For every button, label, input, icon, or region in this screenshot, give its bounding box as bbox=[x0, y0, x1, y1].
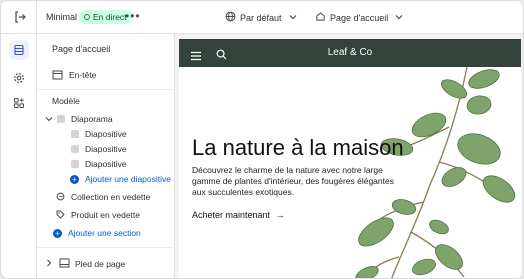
sidebar-item-slide[interactable]: Diapositive bbox=[37, 143, 175, 155]
divider bbox=[37, 89, 175, 90]
sidebar-item-label: Diapositive bbox=[85, 129, 127, 139]
add-slide-button[interactable]: + Ajouter une diapositive bbox=[37, 173, 175, 185]
gear-icon[interactable] bbox=[9, 68, 29, 88]
sidebar-item-slide[interactable]: Diapositive bbox=[37, 128, 175, 140]
exit-icon[interactable] bbox=[13, 10, 27, 24]
sidebar-item-label: Produit en vedette bbox=[71, 210, 140, 220]
device-select-label: Par défaut bbox=[240, 12, 282, 23]
chevron-right-icon[interactable] bbox=[46, 259, 54, 269]
add-slide-label: Ajouter une diapositive bbox=[85, 174, 172, 184]
add-section-label: Ajouter une section bbox=[68, 228, 141, 238]
chevron-down-icon[interactable] bbox=[45, 114, 55, 124]
more-actions-button[interactable]: ••• bbox=[125, 9, 141, 23]
sidebar-item-footer[interactable]: Pied de page bbox=[37, 258, 175, 270]
device-select[interactable]: Par défaut bbox=[225, 11, 297, 24]
live-dot-icon bbox=[84, 14, 90, 20]
sidebar-item-featured-product[interactable]: Produit en vedette bbox=[37, 209, 175, 221]
chevron-down-icon bbox=[395, 13, 403, 22]
hero-title: La nature à la maison bbox=[192, 135, 404, 160]
chevron-down-icon bbox=[289, 13, 297, 22]
page-select-label: Page d'accueil bbox=[330, 12, 389, 23]
store-header: Leaf & Co bbox=[179, 39, 521, 67]
sections-sidebar: Page d'accueil En-tête Modèle Diaporama … bbox=[37, 34, 175, 278]
sidebar-item-label: Diaporama bbox=[71, 114, 113, 124]
sidebar-title: Page d'accueil bbox=[52, 44, 111, 54]
sections-icon[interactable] bbox=[9, 40, 29, 60]
footer-section-icon bbox=[59, 258, 70, 270]
sidebar-item-featured-collection[interactable]: Collection en vedette bbox=[37, 191, 175, 203]
arrow-right-icon: → bbox=[275, 210, 285, 220]
theme-name: Minimal bbox=[46, 12, 78, 22]
sidebar-item-label: Pied de page bbox=[75, 259, 126, 269]
store-brand[interactable]: Leaf & Co bbox=[179, 47, 521, 58]
sidebar-item-header[interactable]: En-tête bbox=[37, 68, 175, 82]
shop-now-label: Acheter maintenant bbox=[192, 210, 271, 220]
collection-icon bbox=[56, 192, 65, 203]
sidebar-item-label: Collection en vedette bbox=[71, 192, 151, 202]
globe-icon bbox=[225, 11, 236, 24]
sidebar-item-slideshow[interactable]: Diaporama bbox=[37, 113, 175, 125]
plus-circle-icon: + bbox=[70, 174, 79, 184]
sidebar-item-label: Diapositive bbox=[85, 144, 127, 154]
tag-icon bbox=[56, 210, 65, 221]
storefront-preview: Leaf & Co La nature à la maison Découvre… bbox=[175, 34, 523, 278]
left-rail bbox=[1, 34, 37, 278]
block-icon bbox=[71, 160, 79, 168]
block-icon bbox=[71, 145, 79, 153]
header-section-icon bbox=[52, 70, 64, 80]
home-icon bbox=[315, 11, 326, 24]
sidebar-item-label: Diapositive bbox=[85, 159, 127, 169]
section-icon bbox=[57, 115, 65, 123]
shop-now-link[interactable]: Acheter maintenant → bbox=[192, 210, 285, 220]
template-heading: Modèle bbox=[52, 96, 80, 106]
preview-frame: Leaf & Co La nature à la maison Découvre… bbox=[179, 39, 521, 278]
block-icon bbox=[71, 130, 79, 138]
sidebar-item-label: En-tête bbox=[69, 70, 97, 80]
status-badge-label: En direct bbox=[93, 12, 127, 22]
add-section-button[interactable]: + Ajouter une section bbox=[37, 227, 175, 239]
theme-editor-window: Minimal En direct ••• Par défaut Page d'… bbox=[0, 0, 524, 279]
divider bbox=[36, 1, 37, 34]
hero-text: Découvrez le charme de la nature avec no… bbox=[192, 165, 394, 197]
top-bar: Minimal En direct ••• Par défaut Page d'… bbox=[1, 1, 523, 34]
apps-icon[interactable] bbox=[9, 93, 29, 113]
sidebar-item-slide[interactable]: Diapositive bbox=[37, 158, 175, 170]
divider bbox=[37, 247, 175, 248]
plus-circle-icon: + bbox=[53, 228, 62, 238]
page-select[interactable]: Page d'accueil bbox=[315, 11, 403, 24]
